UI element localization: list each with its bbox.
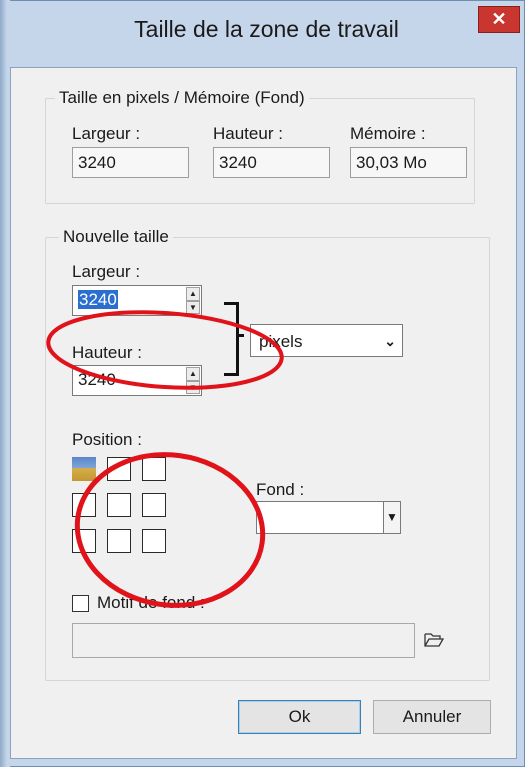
link-bracket-tip	[236, 334, 244, 337]
anchor-middle-right[interactable]	[142, 493, 166, 517]
current-width-field: 3240	[72, 147, 189, 178]
spin-up-icon[interactable]: ▲	[186, 287, 200, 301]
pattern-field	[72, 623, 415, 658]
window-title: Taille de la zone de travail	[134, 16, 399, 42]
memory-field: 30,03 Mo	[350, 147, 467, 178]
new-width-spinner[interactable]: ▲ ▼	[186, 287, 200, 314]
anchor-top-center[interactable]	[107, 457, 131, 481]
new-height-value: 3240	[78, 370, 116, 389]
current-height-label: Hauteur :	[213, 124, 283, 143]
chevron-down-icon: ▼	[383, 502, 400, 533]
anchor-center[interactable]	[107, 493, 131, 517]
unit-select-value: pixels	[259, 332, 303, 351]
anchor-top-left[interactable]	[72, 457, 96, 481]
title-bar[interactable]: Taille de la zone de travail ✕	[10, 0, 523, 67]
position-label: Position :	[72, 430, 142, 449]
open-folder-icon[interactable]	[423, 629, 445, 649]
cancel-button[interactable]: Annuler	[373, 700, 491, 734]
background-label: Fond :	[256, 480, 305, 499]
new-height-label: Hauteur :	[72, 343, 142, 362]
anchor-middle-left[interactable]	[72, 493, 96, 517]
new-width-label: Largeur :	[72, 262, 141, 281]
pattern-checkbox[interactable]	[72, 595, 89, 612]
background-select[interactable]: ▼	[256, 501, 401, 534]
unit-select[interactable]: pixels ⌄	[250, 324, 403, 357]
close-button[interactable]: ✕	[478, 6, 520, 33]
current-size-legend: Taille en pixels / Mémoire (Fond)	[55, 88, 309, 108]
anchor-bottom-left[interactable]	[72, 529, 96, 553]
spin-down-icon[interactable]: ▼	[186, 300, 200, 314]
new-height-spinner[interactable]: ▲ ▼	[186, 367, 200, 394]
dialog-body: Taille en pixels / Mémoire (Fond) Largeu…	[10, 67, 517, 759]
anchor-bottom-right[interactable]	[142, 529, 166, 553]
memory-label: Mémoire :	[350, 124, 426, 143]
close-icon: ✕	[491, 9, 507, 29]
spin-down-icon[interactable]: ▼	[186, 380, 200, 394]
new-width-input[interactable]: 3240 ▲ ▼	[72, 285, 202, 316]
new-height-input[interactable]: 3240 ▲ ▼	[72, 365, 202, 396]
chevron-down-icon: ⌄	[384, 333, 396, 349]
anchor-bottom-center[interactable]	[107, 529, 131, 553]
link-bracket-icon[interactable]	[224, 302, 239, 376]
spin-up-icon[interactable]: ▲	[186, 367, 200, 381]
ok-button[interactable]: Ok	[238, 700, 361, 734]
window-edge	[0, 0, 10, 767]
current-height-field: 3240	[213, 147, 330, 178]
new-size-legend: Nouvelle taille	[59, 227, 173, 247]
pattern-label[interactable]: Motif de fond :	[97, 593, 205, 613]
new-width-value: 3240	[78, 290, 118, 309]
current-width-label: Largeur :	[72, 124, 141, 143]
anchor-top-right[interactable]	[142, 457, 166, 481]
